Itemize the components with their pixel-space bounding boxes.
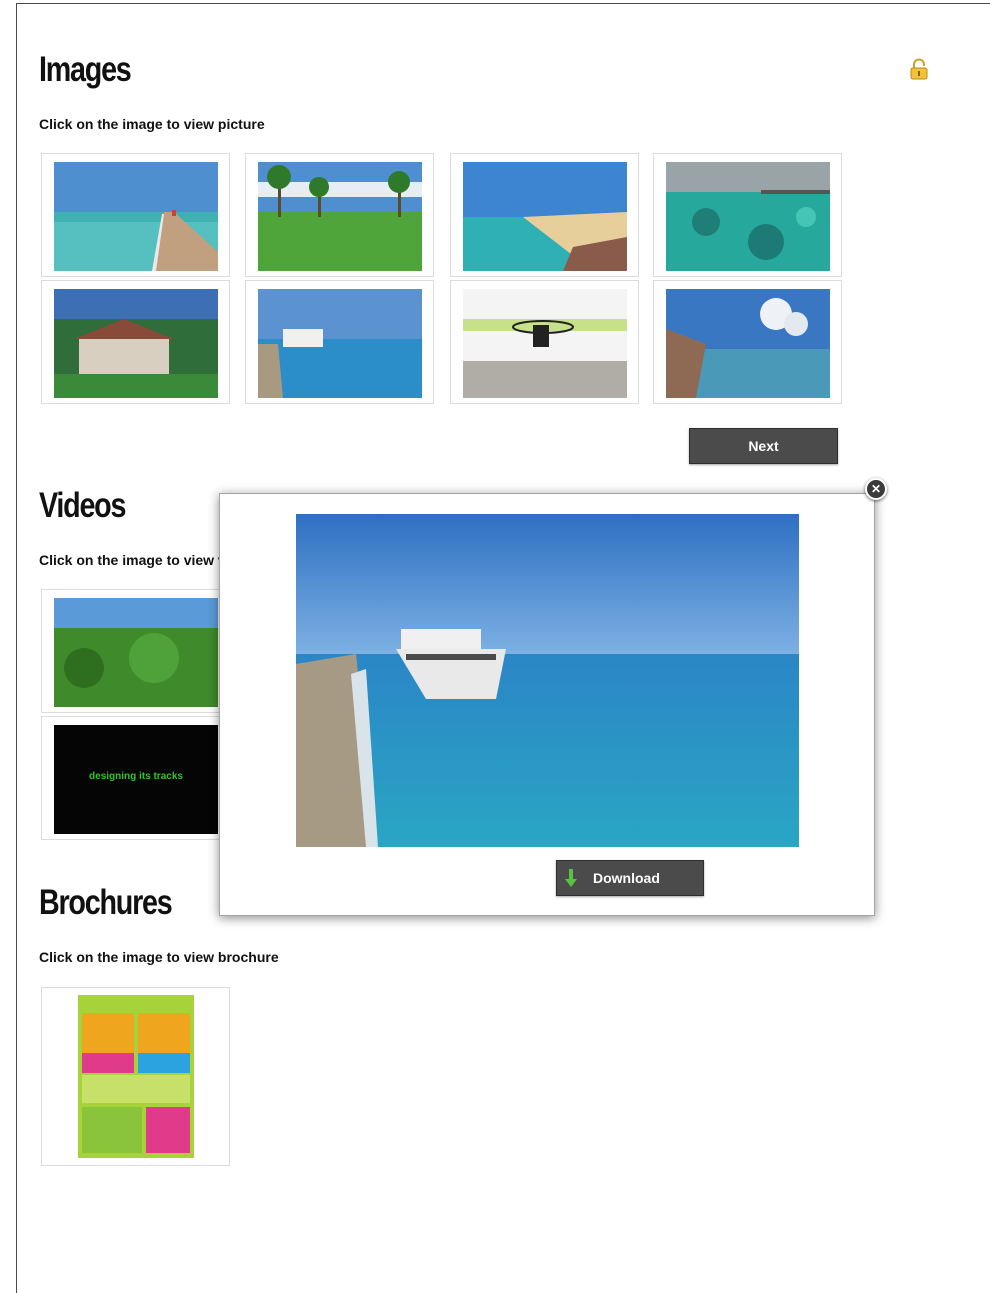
download-button[interactable]: Download <box>556 860 704 896</box>
image-thumb-bay[interactable] <box>653 280 842 404</box>
image-thumb-pier[interactable] <box>41 153 230 277</box>
image-thumb-helicopter[interactable] <box>450 280 639 404</box>
brochures-instruction: Click on the image to view brochure <box>39 949 279 965</box>
lock-icon[interactable] <box>909 58 929 80</box>
video-thumb-rainforest[interactable] <box>41 589 230 713</box>
download-label: Download <box>593 870 660 886</box>
page-frame-left <box>16 3 17 1293</box>
next-button[interactable]: Next <box>689 428 838 464</box>
image-thumb-palms[interactable] <box>245 153 434 277</box>
videos-heading: Videos <box>39 486 126 525</box>
image-thumb-ferry[interactable] <box>245 280 434 404</box>
image-thumb-house[interactable] <box>41 280 230 404</box>
image-thumb-beach[interactable] <box>450 153 639 277</box>
video-thumb-tracks[interactable]: designing its tracks <box>41 716 230 840</box>
image-lightbox: Download <box>219 493 875 916</box>
close-icon[interactable]: ✕ <box>865 478 887 500</box>
download-arrow-icon <box>565 869 577 887</box>
brochure-thumb[interactable] <box>41 987 230 1166</box>
images-heading: Images <box>39 50 132 89</box>
video-caption: designing its tracks <box>89 771 183 782</box>
image-thumb-reef[interactable] <box>653 153 842 277</box>
images-instruction: Click on the image to view picture <box>39 116 265 132</box>
brochures-heading: Brochures <box>39 883 173 922</box>
lightbox-image <box>296 514 799 847</box>
page-frame-top <box>16 3 990 4</box>
